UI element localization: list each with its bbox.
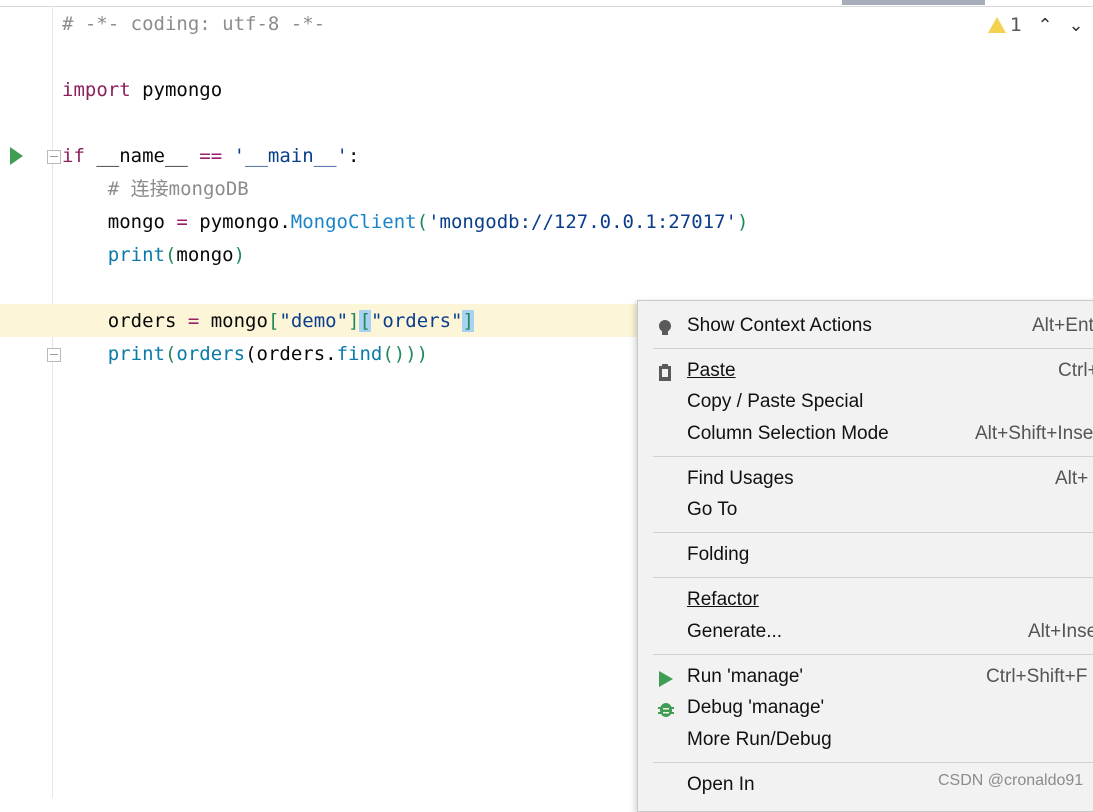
clipboard-icon xyxy=(656,362,674,381)
menu-item-find-usages[interactable]: Find Usages Alt+ xyxy=(638,464,1093,494)
chevron-down-icon[interactable]: ⌄ xyxy=(1066,16,1086,36)
code-token: : xyxy=(348,145,360,167)
code-token: ( xyxy=(164,343,177,365)
menu-separator xyxy=(653,654,1093,655)
horizontal-scrollbar-thumb[interactable] xyxy=(842,0,985,5)
code-token: pymongo. xyxy=(187,211,291,233)
menu-separator xyxy=(653,348,1093,349)
menu-item-debug-manage[interactable]: Debug 'manage' xyxy=(638,693,1093,723)
code-token: orders xyxy=(62,310,188,332)
code-token: # -*- coding: utf-8 -*- xyxy=(62,13,326,35)
code-token: print xyxy=(107,343,165,365)
menu-separator xyxy=(653,577,1093,578)
menu-separator xyxy=(653,762,1093,763)
menu-item-shortcut: Alt+Ent xyxy=(1032,315,1093,336)
fold-marker-icon[interactable] xyxy=(47,150,61,164)
menu-item-generate[interactable]: Generate... Alt+Inse xyxy=(638,617,1093,647)
code-line[interactable]: print(mongo) xyxy=(62,239,245,272)
code-token: find xyxy=(336,343,383,365)
menu-item-shortcut: Alt+ xyxy=(1055,468,1089,489)
gutter-separator xyxy=(52,6,53,798)
menu-item-refactor[interactable]: Refactor xyxy=(638,585,1093,615)
menu-separator xyxy=(653,456,1093,457)
menu-item-label: Copy / Paste Special xyxy=(687,391,864,412)
code-line[interactable]: import pymongo xyxy=(62,74,222,107)
code-token: print xyxy=(107,244,165,266)
menu-item-go-to[interactable]: Go To xyxy=(638,495,1093,525)
code-token: = xyxy=(187,310,200,332)
watermark: CSDN @cronaldo91 xyxy=(938,772,1084,789)
code-token: ( xyxy=(245,343,257,365)
run-gutter-icon[interactable] xyxy=(10,147,23,165)
menu-item-label: Run 'manage' xyxy=(687,666,804,687)
run-icon xyxy=(656,668,674,687)
menu-item-label: Column Selection Mode xyxy=(687,423,889,444)
code-token: mongo xyxy=(62,211,177,233)
menu-item-label: Refactor xyxy=(687,589,759,610)
lightbulb-icon xyxy=(656,317,674,335)
fold-end-marker-icon[interactable] xyxy=(47,348,61,362)
code-line[interactable]: print(orders(orders.find())) xyxy=(62,338,428,371)
code-token: pymongo xyxy=(130,79,223,101)
code-line[interactable]: if __name__ == '__main__': xyxy=(62,140,359,173)
menu-item-label: Show Context Actions xyxy=(687,315,872,336)
chevron-up-icon[interactable]: ⌃ xyxy=(1035,16,1055,36)
menu-item-run-manage[interactable]: Run 'manage' Ctrl+Shift+F xyxy=(638,662,1093,692)
menu-item-show-context-actions[interactable]: Show Context Actions Alt+Ent xyxy=(638,311,1093,341)
code-token: ())) xyxy=(382,343,429,365)
menu-item-folding[interactable]: Folding xyxy=(638,540,1093,570)
code-token: __name__ xyxy=(84,145,200,167)
menu-item-shortcut: Alt+Inse xyxy=(1028,621,1093,642)
code-token: orders. xyxy=(256,343,337,365)
code-token: # 连接mongoDB xyxy=(62,178,249,200)
warning-icon[interactable] xyxy=(988,17,1006,33)
menu-item-label: Folding xyxy=(687,544,750,565)
debug-icon xyxy=(656,699,674,717)
menu-item-label: More Run/Debug xyxy=(687,729,832,750)
code-token: import xyxy=(62,79,131,101)
menu-item-shortcut: Ctrl+Shift+F xyxy=(986,666,1088,687)
code-token: [ xyxy=(267,310,280,332)
code-token: ( xyxy=(164,244,177,266)
code-token: mongo xyxy=(199,310,268,332)
code-token: "demo" xyxy=(279,310,349,332)
code-token: [ xyxy=(359,310,371,332)
code-token: '__main__' xyxy=(222,145,349,167)
menu-item-column-selection-mode[interactable]: Column Selection Mode Alt+Shift+Inse xyxy=(638,419,1093,449)
menu-item-shortcut: Ctrl+ xyxy=(1058,360,1093,381)
menu-separator xyxy=(653,532,1093,533)
menu-item-label: Paste xyxy=(687,360,736,381)
menu-item-shortcut: Alt+Shift+Inse xyxy=(975,423,1093,444)
code-token: = xyxy=(176,211,188,233)
menu-item-label: Go To xyxy=(687,499,738,520)
code-line[interactable]: # -*- coding: utf-8 -*- xyxy=(62,8,325,41)
code-token: "orders" xyxy=(370,310,463,332)
menu-item-label: Open In xyxy=(687,774,755,795)
code-token: mongo xyxy=(176,244,234,266)
context-menu: Show Context Actions Alt+Ent Paste Ctrl+… xyxy=(637,300,1093,812)
code-token: 'mongodb://127.0.0.1:27017' xyxy=(428,211,737,233)
code-line[interactable]: mongo = pymongo.MongoClient('mongodb://1… xyxy=(62,206,749,239)
code-line[interactable]: orders = mongo["demo"]["orders"] xyxy=(62,305,474,338)
menu-item-label: Debug 'manage' xyxy=(687,697,825,718)
menu-item-label: Generate... xyxy=(687,621,783,642)
code-token: ] xyxy=(462,310,474,332)
code-token: ( xyxy=(416,211,429,233)
code-token: MongoClient xyxy=(290,211,417,233)
code-token: if xyxy=(62,145,85,167)
code-line[interactable]: # 连接mongoDB xyxy=(62,173,249,206)
code-token: == xyxy=(199,145,223,167)
inspection-count[interactable]: 1 xyxy=(1010,14,1022,36)
menu-item-more-run-debug[interactable]: More Run/Debug xyxy=(638,725,1093,755)
code-token: ) xyxy=(233,244,246,266)
code-token: ] xyxy=(348,310,360,332)
menu-item-paste[interactable]: Paste Ctrl+ xyxy=(638,356,1093,386)
code-token: ) xyxy=(736,211,749,233)
code-token: orders xyxy=(176,343,246,365)
menu-item-label: Find Usages xyxy=(687,468,794,489)
menu-item-copy-paste-special[interactable]: Copy / Paste Special xyxy=(638,387,1093,417)
